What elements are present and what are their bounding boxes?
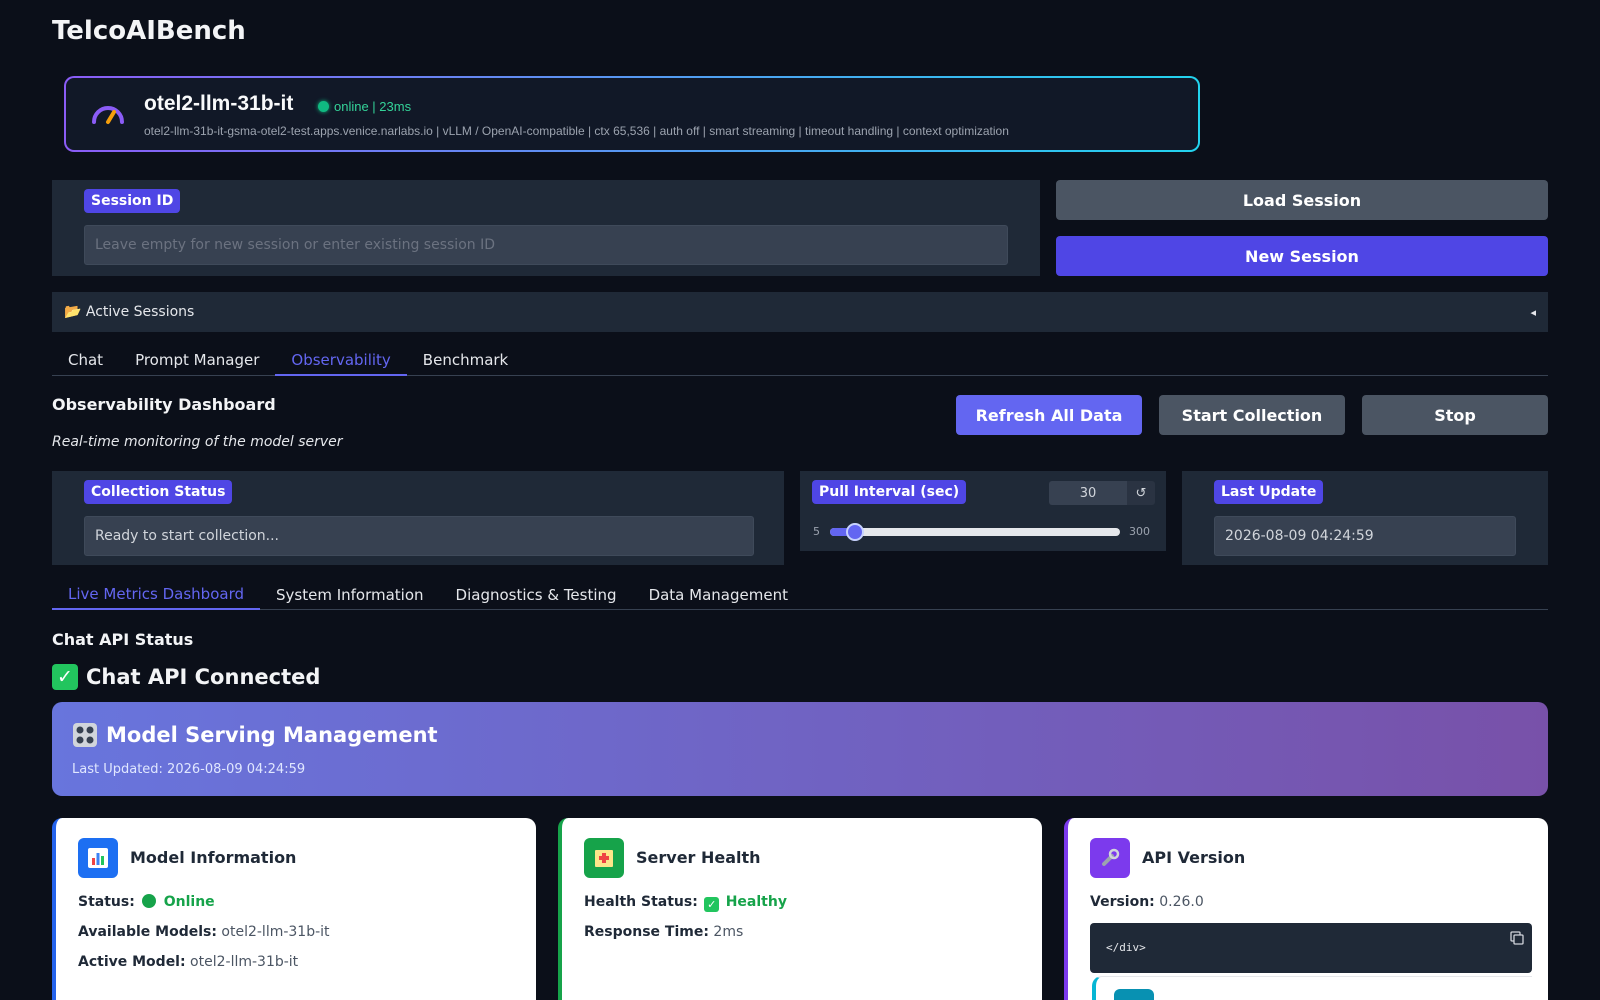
session-id-placeholder: Leave empty for new session or enter exi… bbox=[95, 237, 495, 253]
sub-tabs: Live Metrics Dashboard System Informatio… bbox=[52, 580, 1548, 610]
status-value: Online bbox=[163, 894, 215, 910]
model-status-badge: online | 23ms bbox=[318, 99, 411, 114]
available-models-value: otel2-llm-31b-it bbox=[221, 924, 330, 940]
model-status-card: otel2-llm-31b-it online | 23ms otel2-llm… bbox=[64, 76, 1200, 152]
observability-subtitle: Real-time monitoring of the model server bbox=[52, 434, 343, 450]
active-sessions-accordion[interactable]: 📂 Active Sessions ◂ bbox=[52, 292, 1548, 332]
banner-updated: Last Updated: 2026-08-09 04:24:59 bbox=[72, 762, 306, 777]
slider-min-label: 5 bbox=[813, 525, 820, 538]
observability-title: Observability Dashboard bbox=[52, 395, 276, 414]
code-block: </div> bbox=[1090, 923, 1532, 973]
tab-prompt-manager[interactable]: Prompt Manager bbox=[119, 345, 275, 375]
model-information-title: Model Information bbox=[130, 848, 297, 867]
chat-api-connected-text: Chat API Connected bbox=[86, 665, 321, 689]
refresh-all-button[interactable]: Refresh All Data bbox=[956, 395, 1142, 435]
active-model-row: Active Model: otel2-llm-31b-it bbox=[78, 954, 298, 970]
version-value: 0.26.0 bbox=[1159, 894, 1204, 910]
collapse-arrow-icon: ◂ bbox=[1530, 305, 1536, 319]
slider-thumb[interactable] bbox=[845, 523, 864, 541]
version-label: Version: bbox=[1090, 894, 1155, 910]
model-status-text: online | 23ms bbox=[334, 99, 412, 114]
last-update-label: Last Update bbox=[1214, 480, 1324, 504]
version-row: Version: 0.26.0 bbox=[1090, 894, 1204, 910]
collection-status-field: Ready to start collection... bbox=[84, 516, 754, 556]
tab-live-metrics[interactable]: Live Metrics Dashboard bbox=[52, 580, 260, 610]
tab-diagnostics[interactable]: Diagnostics & Testing bbox=[440, 580, 633, 609]
pull-interval-slider[interactable] bbox=[830, 523, 1120, 541]
health-status-value: Healthy bbox=[725, 894, 787, 910]
collection-status-panel: Collection Status Ready to start collect… bbox=[52, 471, 784, 565]
main-tabs: Chat Prompt Manager Observability Benchm… bbox=[52, 345, 1548, 376]
nested-card bbox=[1092, 976, 1532, 1000]
collection-status-label: Collection Status bbox=[84, 480, 233, 504]
app-title: TelcoAIBench bbox=[52, 16, 246, 46]
model-status-row: Status: Online bbox=[78, 894, 215, 910]
start-collection-button[interactable]: Start Collection bbox=[1159, 395, 1345, 435]
response-time-value: 2ms bbox=[713, 924, 744, 940]
model-information-card: Model Information Status: Online Availab… bbox=[52, 818, 536, 1000]
pull-interval-number-input[interactable]: 30 bbox=[1049, 481, 1127, 505]
code-text: </div> bbox=[1106, 941, 1146, 954]
check-icon: ✓ bbox=[704, 897, 720, 912]
banner-title-row: Model Serving Management bbox=[72, 722, 438, 748]
response-time-row: Response Time: 2ms bbox=[584, 924, 743, 940]
session-id-input[interactable]: Leave empty for new session or enter exi… bbox=[84, 225, 1008, 265]
chat-api-connected: ✓ Chat API Connected bbox=[52, 664, 320, 690]
model-serving-banner: Model Serving Management Last Updated: 2… bbox=[52, 702, 1548, 796]
stop-button[interactable]: Stop bbox=[1362, 395, 1548, 435]
model-meta: otel2-llm-31b-it-gsma-otel2-test.apps.ve… bbox=[144, 124, 1009, 138]
reset-icon[interactable]: ↺ bbox=[1127, 481, 1155, 505]
pull-interval-label: Pull Interval (sec) bbox=[812, 480, 967, 504]
tab-observability[interactable]: Observability bbox=[275, 345, 407, 376]
wrench-icon bbox=[1090, 838, 1130, 878]
api-version-card: API Version Version: 0.26.0 </div> bbox=[1064, 818, 1548, 1000]
online-dot-icon bbox=[318, 101, 329, 112]
health-status-row: Health Status: ✓ Healthy bbox=[584, 894, 787, 912]
check-icon: ✓ bbox=[52, 664, 78, 690]
control-knobs-icon bbox=[73, 723, 97, 747]
server-health-card: Server Health Health Status: ✓ Healthy R… bbox=[558, 818, 1042, 1000]
tab-data-management[interactable]: Data Management bbox=[633, 580, 804, 609]
available-models-label: Available Models: bbox=[78, 924, 217, 940]
tab-benchmark[interactable]: Benchmark bbox=[407, 345, 524, 375]
status-label: Status: bbox=[78, 894, 135, 910]
nested-card-icon bbox=[1114, 989, 1154, 1000]
model-name: otel2-llm-31b-it bbox=[144, 92, 294, 115]
bar-chart-icon bbox=[78, 838, 118, 878]
green-circle-icon bbox=[142, 894, 157, 908]
copy-icon[interactable] bbox=[1510, 931, 1524, 945]
banner-title: Model Serving Management bbox=[106, 723, 438, 747]
slider-max-label: 300 bbox=[1129, 525, 1150, 538]
available-models-row: Available Models: otel2-llm-31b-it bbox=[78, 924, 330, 940]
active-model-label: Active Model: bbox=[78, 954, 186, 970]
api-version-title: API Version bbox=[1142, 848, 1246, 867]
active-model-value: otel2-llm-31b-it bbox=[190, 954, 299, 970]
tab-chat[interactable]: Chat bbox=[52, 345, 119, 375]
new-session-button[interactable]: New Session bbox=[1056, 236, 1548, 276]
last-update-panel: Last Update 2026-08-09 04:24:59 bbox=[1182, 471, 1548, 565]
session-id-label: Session ID bbox=[84, 189, 181, 213]
tab-system-information[interactable]: System Information bbox=[260, 580, 440, 609]
gauge-icon bbox=[92, 106, 124, 124]
active-sessions-label: 📂 Active Sessions bbox=[64, 304, 195, 320]
server-health-title: Server Health bbox=[636, 848, 761, 867]
last-update-field: 2026-08-09 04:24:59 bbox=[1214, 516, 1516, 556]
session-panel: Session ID Leave empty for new session o… bbox=[52, 180, 1040, 276]
chat-api-status-title: Chat API Status bbox=[52, 630, 194, 649]
response-time-label: Response Time: bbox=[584, 924, 709, 940]
health-status-label: Health Status: bbox=[584, 894, 698, 910]
hospital-icon bbox=[584, 838, 624, 878]
load-session-button[interactable]: Load Session bbox=[1056, 180, 1548, 220]
